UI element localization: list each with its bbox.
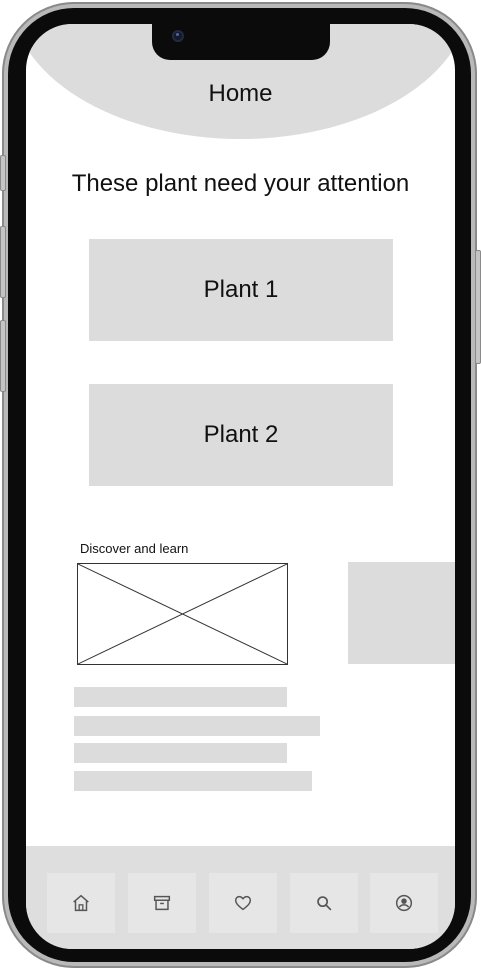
archive-icon [153,895,171,911]
app-screen: Home These plant need your attention Pla… [26,24,455,949]
search-icon [317,896,332,911]
tab-archive[interactable] [128,873,196,933]
plant-card-label: Plant 2 [203,421,279,448]
phone-power-button [475,250,481,364]
profile-icon [395,894,413,912]
plant-card-label: Plant 1 [203,276,279,303]
camera-icon [172,30,184,42]
text-placeholder-line [74,716,320,736]
plant-card-2[interactable]: Plant 2 [89,384,393,486]
tab-search[interactable] [290,873,358,933]
discover-section-label: Discover and learn [80,541,189,556]
page-title: Home [208,80,273,107]
phone-mute-switch [0,155,6,191]
text-placeholder-line [74,743,287,763]
tab-favorites[interactable] [209,873,277,933]
phone-volume-down-button [0,320,6,392]
next-article-card[interactable] [348,562,455,664]
article-image-placeholder[interactable] [77,563,288,665]
tab-profile[interactable] [370,873,438,933]
image-placeholder-icon [78,564,287,664]
bottom-tab-bar [26,846,455,949]
plant-card-1[interactable]: Plant 1 [89,239,393,341]
home-icon [73,894,89,912]
phone-volume-up-button [0,226,6,298]
text-placeholder-line [74,771,312,791]
tab-home[interactable] [47,873,115,933]
heart-icon [234,895,252,911]
phone-notch [152,24,330,60]
text-placeholder-line [74,687,287,707]
attention-heading: These plant need your attention [71,170,410,197]
